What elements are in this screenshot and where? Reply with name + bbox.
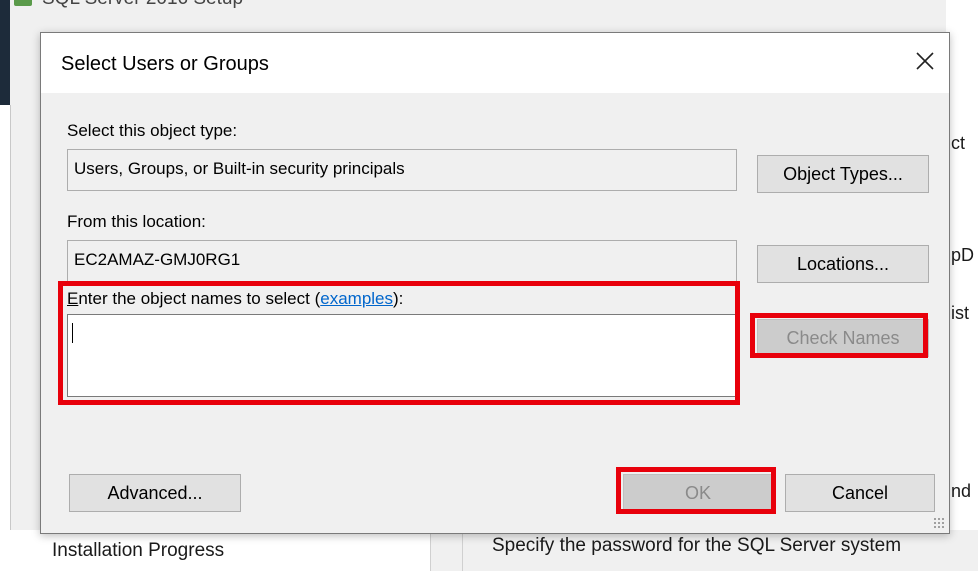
object-names-input[interactable] bbox=[67, 314, 737, 397]
background-text-fragment: ist bbox=[951, 303, 969, 323]
object-types-button[interactable]: Object Types... bbox=[757, 155, 929, 193]
ok-button[interactable]: OK bbox=[623, 474, 773, 512]
examples-link[interactable]: examples bbox=[320, 289, 393, 308]
background-text-fragment: pD bbox=[951, 245, 975, 265]
background-window-title: SQL Server 2016 Setup bbox=[14, 0, 243, 12]
object-type-field: Users, Groups, or Built-in security prin… bbox=[67, 149, 737, 191]
background-window-left-panel bbox=[0, 105, 11, 571]
object-names-label-text: nter the object names to select ( bbox=[78, 289, 321, 308]
select-users-dialog: Select Users or Groups Select this objec… bbox=[40, 32, 950, 534]
app-icon bbox=[14, 0, 32, 6]
background-text-fragment: nd bbox=[951, 481, 972, 501]
close-button[interactable] bbox=[903, 39, 947, 83]
dialog-titlebar: Select Users or Groups bbox=[41, 33, 949, 93]
background-text-fragment: ct bbox=[951, 133, 966, 153]
object-type-label: Select this object type: bbox=[67, 121, 238, 140]
text-caret bbox=[72, 323, 73, 343]
background-description: Specify the password for the SQL Server … bbox=[492, 535, 902, 556]
location-label: From this location: bbox=[67, 212, 206, 231]
object-names-label: Enter the object names to select (exampl… bbox=[67, 289, 404, 308]
close-icon bbox=[916, 52, 934, 70]
divider bbox=[462, 530, 463, 571]
cancel-button[interactable]: Cancel bbox=[785, 474, 935, 512]
dialog-title: Select Users or Groups bbox=[61, 53, 269, 75]
nav-item-installation-progress[interactable]: Installation Progress bbox=[52, 540, 224, 562]
advanced-button[interactable]: Advanced... bbox=[69, 474, 241, 512]
location-field: EC2AMAZ-GMJ0RG1 bbox=[67, 240, 737, 282]
background-window-edge bbox=[0, 0, 10, 105]
check-names-button[interactable]: Check Names bbox=[757, 319, 929, 357]
resize-grip-icon[interactable] bbox=[933, 517, 945, 529]
locations-button[interactable]: Locations... bbox=[757, 245, 929, 283]
object-names-label-suffix: ): bbox=[393, 289, 404, 308]
divider bbox=[430, 530, 431, 571]
